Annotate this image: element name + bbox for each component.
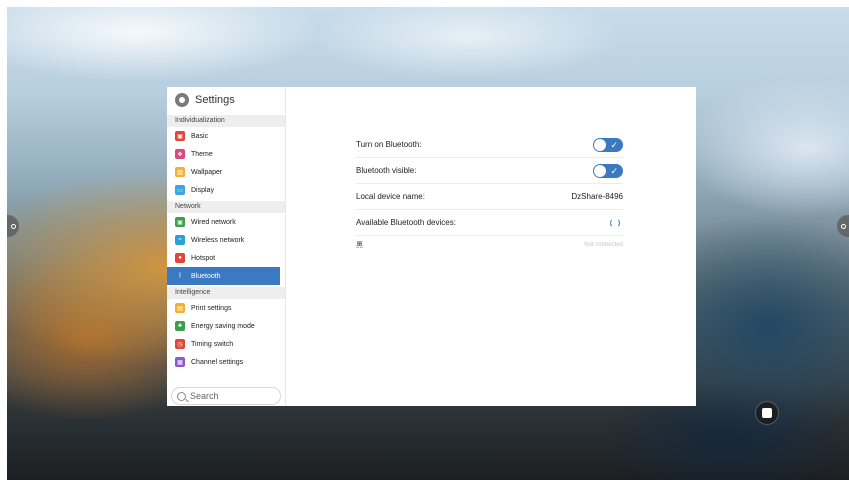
hotspot-icon: ● [175, 253, 185, 263]
bluetooth-visible-row: Bluetooth visible: ✓ [356, 158, 623, 184]
section-label-individualization: Individualization [167, 115, 285, 127]
sidebar-item-bluetooth[interactable]: ᛒ Bluetooth [167, 267, 280, 285]
sidebar-item-wallpaper[interactable]: ▧ Wallpaper [167, 163, 285, 181]
sidebar-item-theme[interactable]: ❖ Theme [167, 145, 285, 163]
toggle-knob [594, 138, 606, 151]
local-device-name-row[interactable]: Local device name: DzShare-8496 [356, 184, 623, 210]
turn-on-bluetooth-label: Turn on Bluetooth: [356, 140, 422, 149]
bluetooth-panel: Turn on Bluetooth: ✓ Bluetooth visible: … [286, 87, 696, 406]
turn-on-bluetooth-row: Turn on Bluetooth: ✓ [356, 132, 623, 158]
sidebar-item-label: Basic [191, 132, 209, 140]
timing-switch-icon: ◷ [175, 339, 185, 349]
sidebar-item-basic[interactable]: ▣ Basic [167, 127, 285, 145]
sidebar-item-label: Wallpaper [191, 168, 223, 176]
channel-settings-icon: ▦ [175, 357, 185, 367]
left-edge-handle[interactable] [7, 215, 19, 237]
toggle-knob [594, 164, 606, 177]
floating-menu-button[interactable] [756, 402, 778, 424]
sidebar-item-label: Timing switch [191, 340, 234, 348]
print-settings-icon: ▤ [175, 303, 185, 313]
available-devices-label: Available Bluetooth devices: [356, 218, 456, 227]
square-icon [762, 408, 772, 418]
local-device-name-label: Local device name: [356, 192, 425, 201]
device-name: 黑 [356, 242, 363, 249]
refresh-icon[interactable] [610, 217, 620, 228]
turn-on-bluetooth-toggle[interactable]: ✓ [593, 137, 623, 152]
sidebar-item-label: Wired network [191, 218, 236, 226]
sidebar-item-label: Energy saving mode [191, 322, 255, 330]
theme-icon: ❖ [175, 149, 185, 159]
right-edge-handle[interactable] [837, 215, 849, 237]
settings-title: Settings [195, 94, 235, 106]
search-icon [177, 391, 186, 401]
circle-icon [840, 223, 846, 229]
search-input[interactable] [190, 391, 270, 401]
sidebar-item-label: Theme [191, 150, 213, 158]
sidebar-item-label: Bluetooth [191, 272, 221, 280]
basic-icon: ▣ [175, 131, 185, 141]
wireless-network-icon: ≈ [175, 235, 185, 245]
bluetooth-device-item[interactable]: 黑 Not connected [356, 236, 623, 254]
device-status: Not connected [584, 242, 623, 248]
gear-icon [175, 93, 189, 107]
sidebar-item-wireless-network[interactable]: ≈ Wireless network [167, 231, 285, 249]
bluetooth-visible-label: Bluetooth visible: [356, 166, 417, 175]
circle-icon [10, 223, 16, 229]
sidebar-item-wired-network[interactable]: ▣ Wired network [167, 213, 285, 231]
energy-saving-icon: ♣ [175, 321, 185, 331]
sidebar-item-label: Hotspot [191, 254, 216, 262]
checkmark-icon: ✓ [610, 139, 618, 150]
settings-window: Settings Individualization ▣ Basic ❖ The… [167, 87, 696, 406]
sidebar-item-label: Wireless network [191, 236, 245, 244]
sidebar-item-timing-switch[interactable]: ◷ Timing switch [167, 335, 285, 353]
settings-sidebar: Settings Individualization ▣ Basic ❖ The… [167, 87, 286, 406]
bluetooth-visible-toggle[interactable]: ✓ [593, 163, 623, 178]
bluetooth-settings-list: Turn on Bluetooth: ✓ Bluetooth visible: … [356, 132, 623, 254]
sidebar-item-energy-saving-mode[interactable]: ♣ Energy saving mode [167, 317, 285, 335]
section-label-network: Network [167, 201, 285, 213]
local-device-name-value: DzShare-8496 [571, 192, 623, 201]
sidebar-item-display[interactable]: ▭ Display [167, 181, 285, 199]
bluetooth-icon: ᛒ [175, 271, 185, 281]
sidebar-item-print-settings[interactable]: ▤ Print settings [167, 299, 285, 317]
checkmark-icon: ✓ [610, 165, 618, 176]
search-box[interactable] [171, 387, 281, 405]
sidebar-item-hotspot[interactable]: ● Hotspot [167, 249, 285, 267]
sidebar-item-label: Channel settings [191, 358, 244, 366]
sidebar-item-label: Print settings [191, 304, 232, 312]
wallpaper-icon: ▧ [175, 167, 185, 177]
wired-network-icon: ▣ [175, 217, 185, 227]
available-devices-row: Available Bluetooth devices: [356, 210, 623, 236]
sidebar-item-channel-settings[interactable]: ▦ Channel settings [167, 353, 285, 371]
section-label-intelligence: Intelligence [167, 287, 285, 299]
sidebar-header: Settings [167, 87, 285, 113]
sidebar-item-label: Display [191, 186, 214, 194]
display-icon: ▭ [175, 185, 185, 195]
